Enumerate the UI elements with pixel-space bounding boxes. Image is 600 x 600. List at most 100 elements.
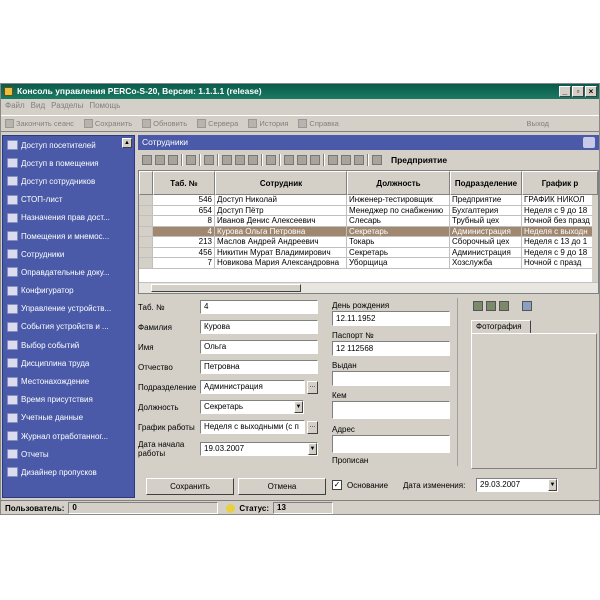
main-toolbar: Закончить сеанс Сохранить Обновить Серве…: [1, 115, 599, 132]
save-button[interactable]: Сохранить: [146, 478, 234, 495]
menu-file[interactable]: Файл: [5, 99, 25, 113]
exit-button[interactable]: Выход: [527, 119, 549, 128]
surname-input[interactable]: Курова: [200, 320, 318, 334]
sidebar-item[interactable]: Оправдательные доку...: [3, 263, 134, 281]
start-date-dropdown-icon[interactable]: ▼: [308, 443, 317, 455]
table-horizontal-scrollbar[interactable]: [139, 282, 598, 293]
sidebar-item[interactable]: Дизайнер пропусков: [3, 463, 134, 481]
basis-checkbox[interactable]: ✓: [332, 480, 342, 490]
cancel-button[interactable]: Отмена: [238, 478, 326, 495]
column-tab-no[interactable]: Таб. №: [153, 171, 215, 195]
table-row[interactable]: 4 Курова Ольга Петровна Секретарь Администр…: [139, 226, 598, 237]
column-schedule[interactable]: График р: [522, 171, 598, 195]
refresh-button[interactable]: Обновить: [142, 119, 187, 128]
table-row[interactable]: 546 Доступ Николай Инженер-тестировщик Пред…: [139, 195, 598, 206]
collapse-sidebar-button[interactable]: ▲: [122, 138, 132, 148]
personal-data-scrollbar[interactable]: [457, 298, 464, 466]
sidebar-item[interactable]: События устройств и ...: [3, 318, 134, 336]
table-cell: Иванов Денис Алексеевич: [215, 216, 347, 227]
delete-icon[interactable]: [168, 155, 178, 165]
position-select[interactable]: Секретарь: [200, 400, 304, 414]
minimize-button[interactable]: _: [559, 86, 571, 97]
issued-input[interactable]: [332, 371, 450, 386]
folder-icon[interactable]: [186, 155, 196, 165]
save-photo-icon[interactable]: [486, 301, 496, 311]
table-row[interactable]: 7 Новикова Мария Александровна Уборщица Хоз…: [139, 258, 598, 269]
new-record-icon[interactable]: [142, 155, 152, 165]
clear-photo-icon[interactable]: [499, 301, 509, 311]
close-button[interactable]: ×: [585, 86, 597, 97]
table-row[interactable]: 456 Никитин Мурат Владимирович Секретарь Ад…: [139, 247, 598, 258]
sidebar-item[interactable]: Журнал отработанног...: [3, 427, 134, 445]
table-cell: 8: [153, 216, 215, 227]
changed-date-dropdown-icon[interactable]: ▼: [548, 479, 557, 491]
sidebar-item[interactable]: Конфигуратор: [3, 282, 134, 300]
sidebar-item[interactable]: Дисциплина труда: [3, 354, 134, 372]
tab-photo[interactable]: Фотография: [471, 320, 531, 334]
changed-date-input[interactable]: 29.03.2007: [476, 478, 558, 492]
menu-help[interactable]: Помощь: [89, 99, 120, 113]
start-date-input[interactable]: 19.03.2007: [200, 442, 318, 456]
print-icon[interactable]: [328, 155, 338, 165]
schedule-browse-button[interactable]: ...: [307, 420, 318, 434]
department-browse-button[interactable]: ...: [307, 380, 318, 394]
passport-input[interactable]: 12 112568: [332, 341, 450, 356]
sidebar-item-label: Дизайнер пропусков: [21, 467, 97, 477]
move-icon[interactable]: [204, 155, 214, 165]
sidebar-item[interactable]: Учетные данные: [3, 409, 134, 427]
address-input[interactable]: [332, 435, 450, 453]
columns-icon[interactable]: [266, 155, 276, 165]
issued-by-input[interactable]: [332, 401, 450, 419]
column-employee[interactable]: Сотрудник: [215, 171, 347, 195]
sidebar-item[interactable]: Доступ в помещения: [3, 154, 134, 172]
photo-icon[interactable]: [297, 155, 307, 165]
name-input[interactable]: Ольга: [200, 340, 318, 354]
sidebar-item[interactable]: СТОП-лист: [3, 191, 134, 209]
sidebar-item[interactable]: Доступ посетителей: [3, 136, 134, 154]
table-row[interactable]: 8 Иванов Денис Алексеевич Слесарь Трубный ц…: [139, 216, 598, 227]
sidebar-item[interactable]: Выбор событий: [3, 336, 134, 354]
export-icon[interactable]: [354, 155, 364, 165]
help-button[interactable]: Справка: [298, 119, 339, 128]
sidebar-item[interactable]: Помещения и мнемос...: [3, 227, 134, 245]
table-row[interactable]: 654 Доступ Пётр Менеджер по снабжению Бухга…: [139, 205, 598, 216]
sidebar-item[interactable]: Отчеты: [3, 445, 134, 463]
sidebar-item[interactable]: Местонахождение: [3, 372, 134, 390]
card-icon[interactable]: [284, 155, 294, 165]
table-row[interactable]: 213 Маслов Андрей Андреевич Токарь Сборочны…: [139, 237, 598, 248]
excel-icon[interactable]: [341, 155, 351, 165]
sidebar-item[interactable]: Назначения прав дост...: [3, 209, 134, 227]
camera-icon[interactable]: [522, 301, 532, 311]
birthday-input[interactable]: 12.11.1952: [332, 311, 450, 326]
sort-icon[interactable]: [248, 155, 258, 165]
form-actions: Сохранить Отмена ✓ Основание Дата измене…: [138, 475, 599, 499]
servers-button[interactable]: Сервера: [197, 119, 238, 128]
column-department[interactable]: Подразделение: [450, 171, 522, 195]
tab-no-input[interactable]: 4: [200, 300, 318, 314]
load-photo-icon[interactable]: [473, 301, 483, 311]
history-button[interactable]: История: [248, 119, 288, 128]
sidebar-item[interactable]: Доступ сотрудников: [3, 172, 134, 190]
department-input[interactable]: Администрация: [200, 380, 305, 394]
column-position[interactable]: Должность: [347, 171, 450, 195]
sidebar-item[interactable]: Сотрудники: [3, 245, 134, 263]
save-toolbar-button[interactable]: Сохранить: [83, 119, 132, 128]
table-vertical-scrollbar[interactable]: [592, 195, 598, 283]
info-icon[interactable]: [372, 155, 382, 165]
menu-sections[interactable]: Разделы: [51, 99, 83, 113]
sidebar-item-icon: [7, 303, 18, 314]
maximize-button[interactable]: ▫: [572, 86, 584, 97]
patronymic-input[interactable]: Петровна: [200, 360, 318, 374]
edit-field-icon[interactable]: [155, 155, 165, 165]
sidebar-item[interactable]: Управление устройств...: [3, 300, 134, 318]
filter-icon[interactable]: [235, 155, 245, 165]
menu-view[interactable]: Вид: [31, 99, 45, 113]
find-icon[interactable]: [222, 155, 232, 165]
end-session-button[interactable]: Закончить сеанс: [5, 119, 74, 128]
sidebar-item[interactable]: Время присутствия: [3, 391, 134, 409]
table-cell: Трубный цех: [450, 216, 522, 227]
key-icon[interactable]: [310, 155, 320, 165]
filter-label[interactable]: Предприятие: [391, 155, 447, 165]
position-dropdown-icon[interactable]: ▼: [294, 401, 303, 413]
schedule-input[interactable]: Неделя с выходными (с п: [200, 420, 305, 434]
